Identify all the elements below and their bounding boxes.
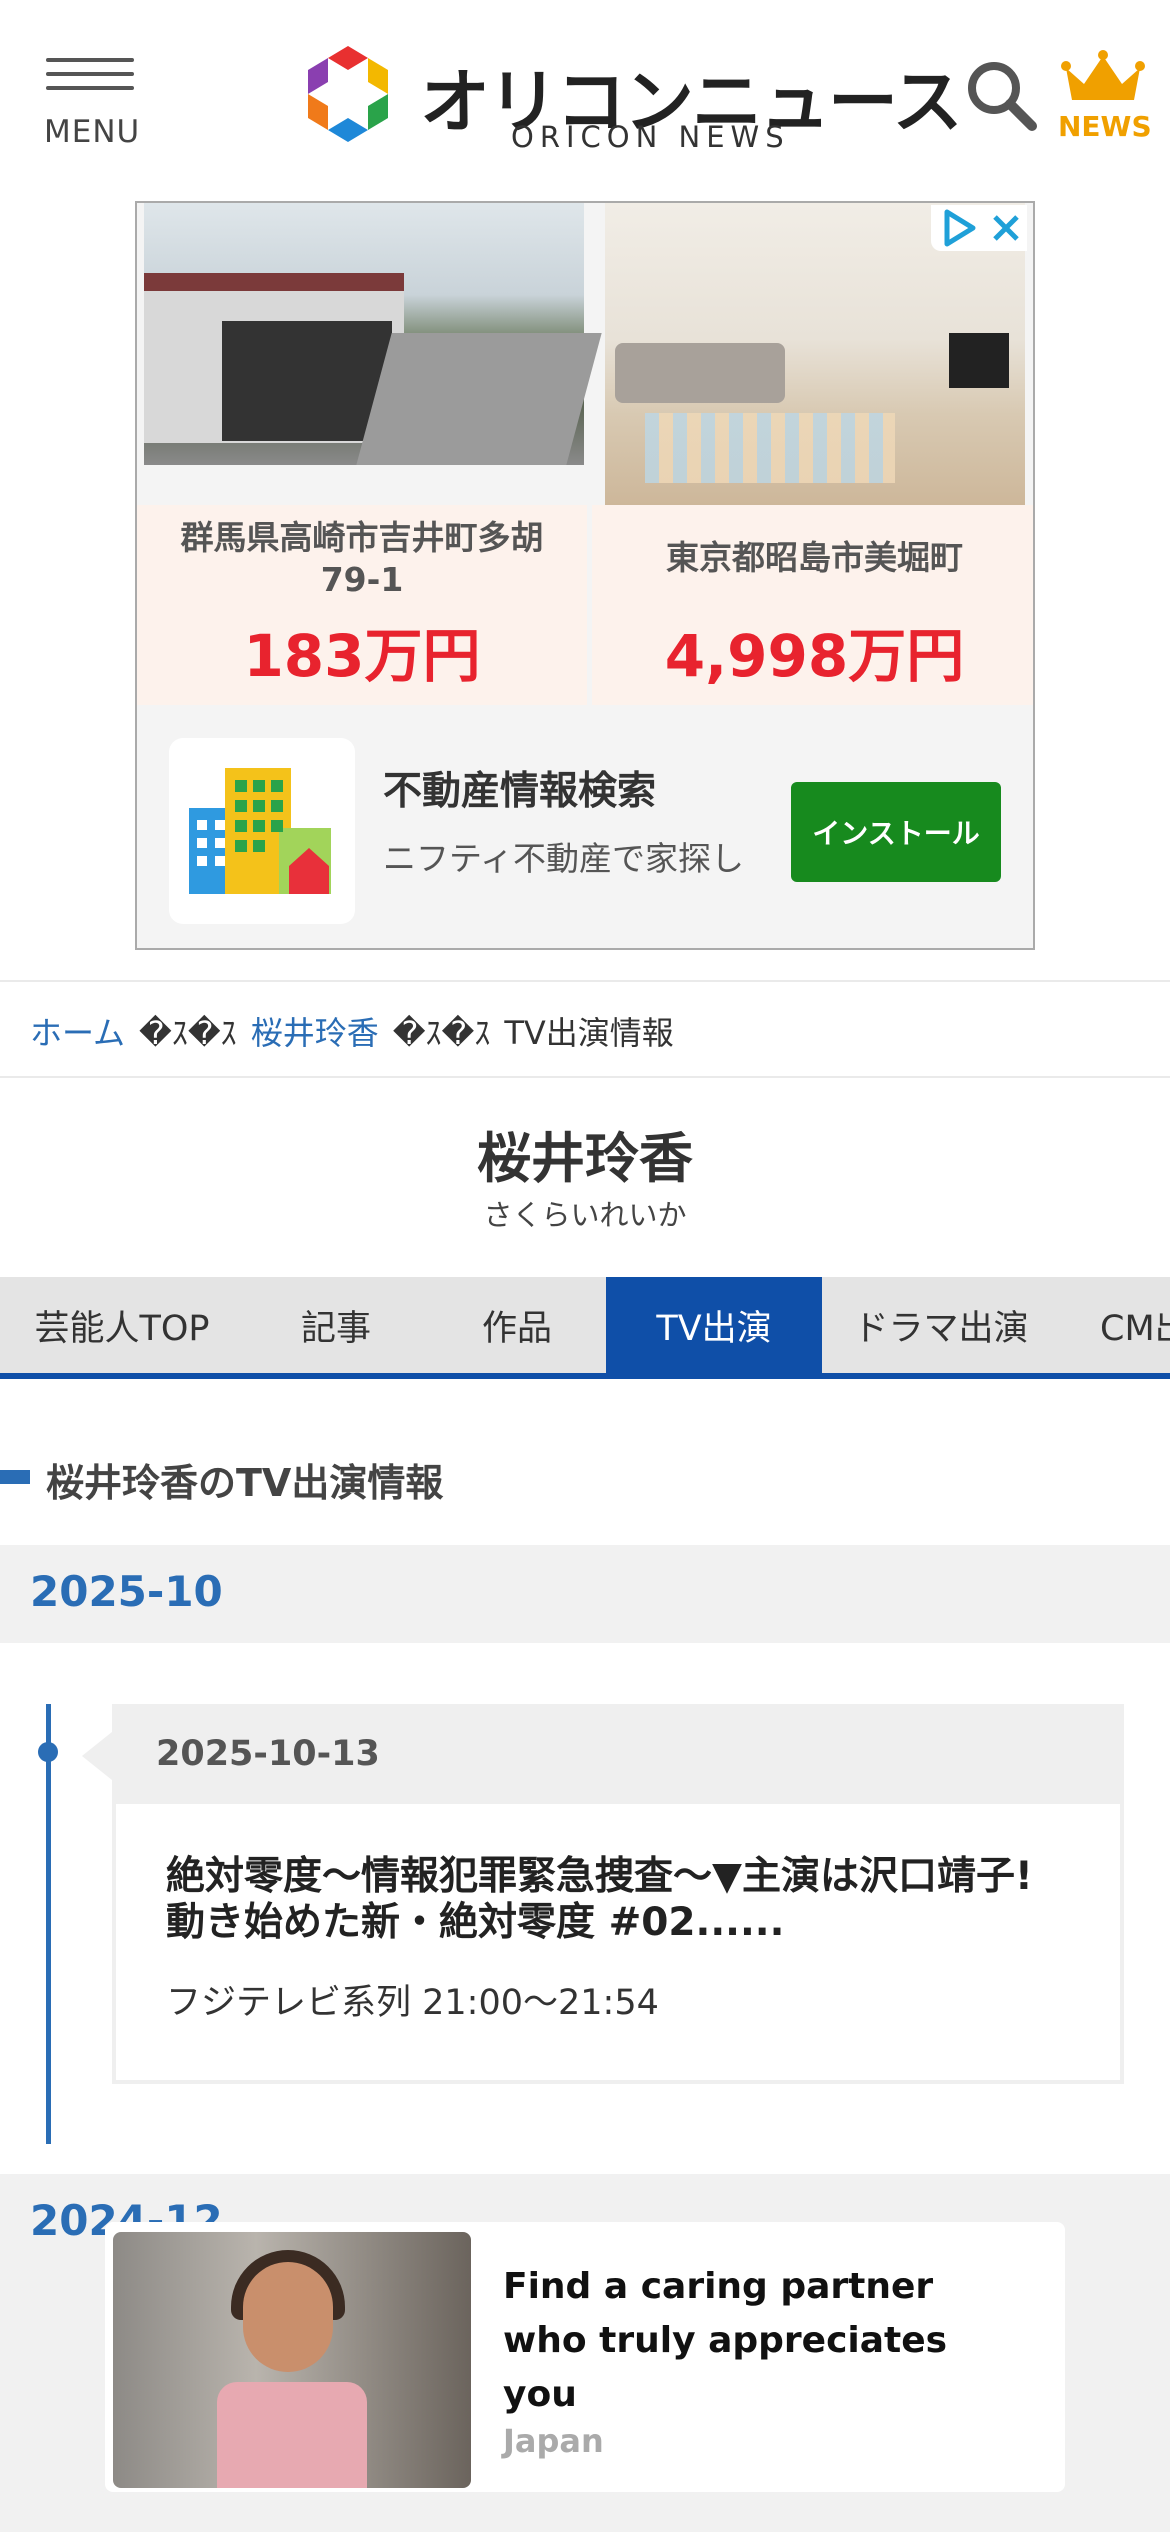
page-title: 桜井玲香 <box>477 1127 693 1190</box>
close-icon[interactable] <box>989 211 1023 245</box>
search-icon <box>968 62 1037 131</box>
ad-listing-left[interactable]: 群馬県高崎市吉井町多胡79-1 183万円 <box>137 505 587 705</box>
ad-photo-sofa <box>615 343 785 403</box>
ad-photo-house[interactable] <box>144 203 602 465</box>
search-button[interactable] <box>964 58 1038 132</box>
section-heading-marker <box>0 1470 30 1484</box>
tab-top[interactable]: 芸能人TOP <box>0 1277 244 1373</box>
crown-icon <box>1061 50 1145 100</box>
ad-photo-tv <box>949 333 1009 388</box>
ad-app-icon <box>169 738 355 924</box>
month-label: 2025-10 <box>30 1567 223 1616</box>
menu-bar <box>46 58 134 62</box>
month-header: 2025-10 <box>0 1545 1170 1643</box>
news-ranking-button[interactable]: NEWS <box>1058 50 1152 146</box>
ad-app-banner[interactable]: 不動産情報検索 ニフティ不動産で家探し インストール <box>137 708 1033 948</box>
ad-listing-address: 東京都昭島市美堀町 <box>666 538 963 577</box>
menu-button[interactable]: MENU <box>44 58 139 150</box>
breadcrumb-separator: �ｽ�ｽ <box>392 1014 491 1052</box>
install-button[interactable]: インストール <box>791 782 1001 882</box>
broadcast-date-header: 2025-10-13 <box>82 1704 1124 1804</box>
program-broadcast-info: フジテレビ系列 21:00～21:54 <box>166 1983 659 2023</box>
ad-choices[interactable] <box>931 205 1027 251</box>
timeline-line <box>46 1704 51 2144</box>
breadcrumb-separator: �ｽ�ｽ <box>139 1014 237 1052</box>
ad-app-description: ニフティ不動産で家探し <box>383 839 745 878</box>
ad-photo-rug <box>645 413 895 483</box>
real-estate-ad[interactable]: 群馬県高崎市吉井町多胡79-1 183万円 東京都昭島市美堀町 4,998万円 <box>135 201 1035 950</box>
profile-tabs: 芸能人TOP 記事 作品 TV出演 ドラマ出演 CM出演 <box>0 1277 1170 1379</box>
section-heading: 桜井玲香のTV出演情報 <box>0 1448 1170 1505</box>
sponsored-ad-image[interactable] <box>113 2232 471 2488</box>
sponsored-ad-title[interactable]: Find a caring partner who truly apprecia… <box>503 2260 1023 2422</box>
breadcrumb-person-link[interactable]: 桜井玲香 <box>251 1014 379 1052</box>
ad-app-title: 不動産情報検索 <box>383 769 657 814</box>
tab-cm[interactable]: CM出演 <box>1060 1277 1170 1373</box>
ad-listing-price: 183万円 <box>243 622 481 690</box>
logo-subtext: ORICON NEWS <box>511 120 790 154</box>
ad-photo-road <box>356 333 602 465</box>
breadcrumb-home-link[interactable]: ホーム <box>30 1014 125 1052</box>
sponsored-ad-image-face <box>243 2262 333 2372</box>
broadcast-date: 2025-10-13 <box>156 1734 380 1774</box>
breadcrumb-current: TV出演情報 <box>504 1014 674 1052</box>
program-title[interactable]: 絶対零度～情報犯罪緊急捜査～▼主演は沢口靖子!動き始めた新・絶対零度 #02..… <box>166 1854 1066 1946</box>
tab-works[interactable]: 作品 <box>428 1277 606 1373</box>
oricon-logo-icon <box>308 46 388 142</box>
ad-choices-icon <box>944 209 976 247</box>
site-header: MENU オリコンニュース ORICON NEWS NEWS <box>0 0 1170 195</box>
tab-tv[interactable]: TV出演 <box>606 1277 822 1373</box>
menu-label: MENU <box>44 114 141 150</box>
ad-listing-price: 4,998万円 <box>664 622 965 690</box>
menu-bar <box>46 86 134 90</box>
timeline-dot <box>38 1742 58 1762</box>
menu-bar <box>46 72 134 76</box>
building-icon <box>189 768 331 894</box>
section-heading-text: 桜井玲香のTV出演情報 <box>46 1461 444 1505</box>
news-label: NEWS <box>1058 110 1152 143</box>
sponsored-ad-source: Japan <box>503 2422 604 2460</box>
sponsored-ad-image-clothing <box>217 2382 367 2488</box>
ad-listing-right[interactable]: 東京都昭島市美堀町 4,998万円 <box>592 505 1033 705</box>
oricon-logo[interactable]: オリコンニュース ORICON NEWS <box>296 42 962 157</box>
program-card[interactable]: 絶対零度～情報犯罪緊急捜査～▼主演は沢口靖子!動き始めた新・絶対零度 #02..… <box>112 1804 1124 2084</box>
breadcrumb: ホーム �ｽ�ｽ 桜井玲香 �ｽ�ｽ TV出演情報 <box>0 980 1170 1078</box>
tab-drama[interactable]: ドラマ出演 <box>822 1277 1060 1373</box>
page-title-reading: さくらいれいか <box>483 1198 687 1232</box>
tab-articles[interactable]: 記事 <box>244 1277 428 1373</box>
ad-listing-address: 群馬県高崎市吉井町多胡79-1 <box>180 518 544 599</box>
sponsored-ad-banner[interactable]: Find a caring partner who truly apprecia… <box>105 2222 1065 2492</box>
